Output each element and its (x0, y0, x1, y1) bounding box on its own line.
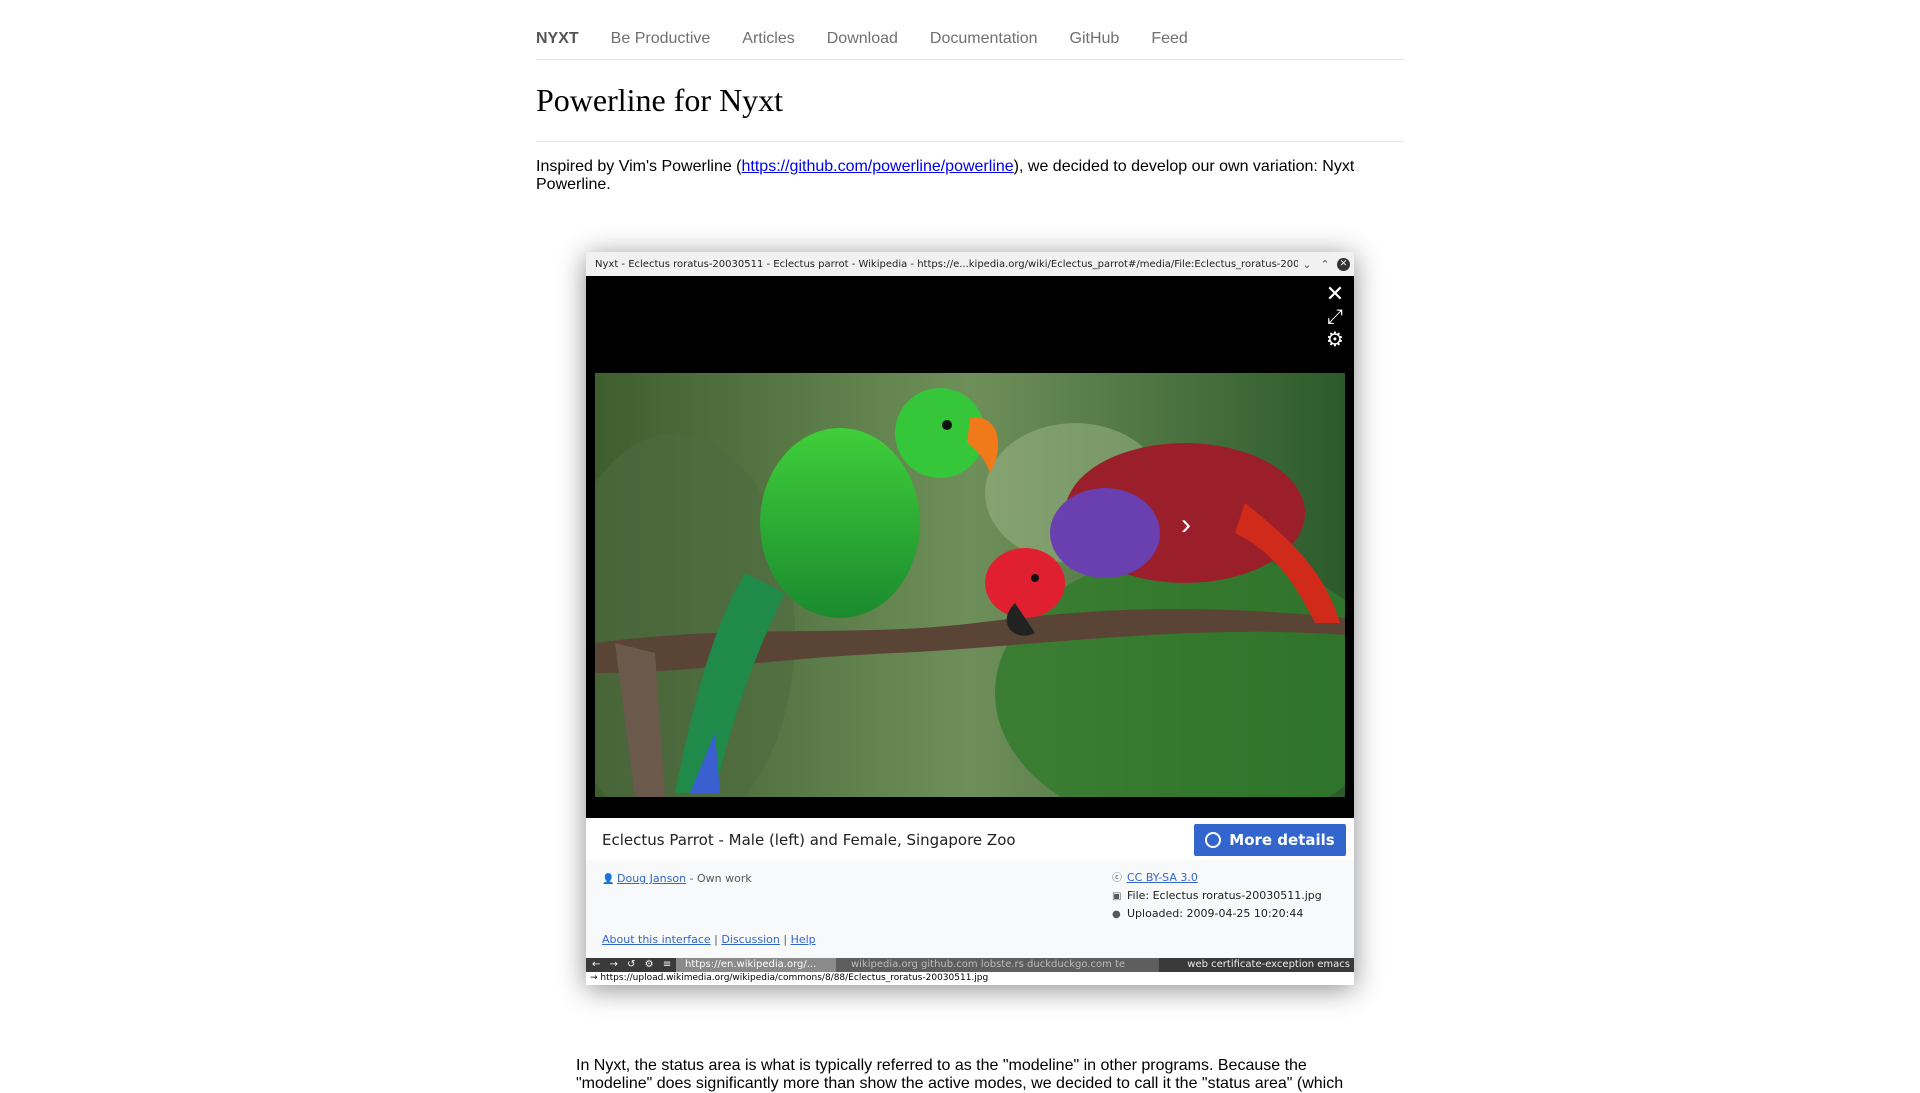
chevron-right-icon[interactable]: › (1174, 510, 1198, 540)
viewer-links: About this interface | Discussion | Help (602, 933, 816, 946)
discussion-link[interactable]: Discussion (721, 933, 780, 946)
message-area: → https://upload.wikimedia.org/wikipedia… (586, 972, 1354, 985)
parrot-photo (595, 373, 1345, 797)
window-close-icon[interactable]: ✕ (1337, 257, 1350, 271)
gear-icon[interactable]: ⚙ (1323, 329, 1347, 351)
nav-link-github[interactable]: GitHub (1070, 30, 1120, 48)
file-name: File: Eclectus roratus-20030511.jpg (1127, 889, 1322, 902)
close-icon[interactable]: ✕ (1323, 283, 1347, 305)
window-titlebar: Nyxt - Eclectus roratus-20030511 - Eclec… (586, 252, 1354, 277)
maximize-icon[interactable]: ⌃ (1316, 258, 1334, 271)
minimize-icon[interactable]: ⌄ (1298, 258, 1316, 271)
nav-link-documentation[interactable]: Documentation (930, 30, 1038, 48)
author-line: 👤 Doug Janson - Own work (602, 872, 752, 885)
license-line: ⓒ CC BY-SA 3.0 (1112, 869, 1322, 887)
user-icon: 👤 (602, 874, 615, 885)
nyxt-screenshot: Nyxt - Eclectus roratus-20030511 - Eclec… (586, 252, 1354, 985)
status-url[interactable]: https://en.wikipedia.org/... (676, 958, 836, 972)
help-link[interactable]: Help (791, 933, 816, 946)
image-file-icon: ▣ (1112, 891, 1122, 902)
status-tabs[interactable]: wikipedia.org github.com lobste.rs duckd… (851, 958, 1141, 972)
brand-logo-link[interactable]: NYXT (536, 30, 579, 48)
title-divider (536, 141, 1404, 142)
about-interface-link[interactable]: About this interface (602, 933, 711, 946)
more-details-label: More details (1229, 831, 1335, 849)
link-separator: | (710, 933, 722, 946)
uploaded-line: ● Uploaded: 2009-04-25 10:20:44 (1112, 905, 1322, 923)
image-caption: Eclectus Parrot - Male (left) and Female… (602, 831, 1016, 849)
intro-paragraph: Inspired by Vim's Powerline (https://git… (536, 158, 1404, 194)
file-details: ⓒ CC BY-SA 3.0 ▣ File: Eclectus roratus-20… (1112, 869, 1322, 923)
link-separator: | (779, 933, 791, 946)
status-modes[interactable]: web certificate-exception emacs (1159, 958, 1354, 972)
image-metadata: 👤 Doug Janson - Own work ⓒ CC BY-SA 3.0 ▣ F… (586, 860, 1354, 960)
window-title: Nyxt - Eclectus roratus-20030511 - Eclec… (595, 258, 1298, 270)
more-details-button[interactable]: More details (1194, 824, 1346, 856)
media-viewer: ✕ ⤢ ⚙ › (586, 276, 1354, 818)
status-nav-buttons[interactable]: ← → ↺ ⚙ ≡ (586, 958, 676, 972)
top-navigation: NYXT Be Productive Articles Download Doc… (536, 30, 1404, 60)
author-link[interactable]: Doug Janson (617, 872, 686, 885)
nav-link-articles[interactable]: Articles (742, 30, 794, 48)
powerline-github-link[interactable]: https://github.com/powerline/powerline (742, 158, 1014, 175)
upload-date: Uploaded: 2009-04-25 10:20:44 (1127, 907, 1304, 920)
commons-icon (1205, 832, 1222, 848)
intro-text-before: Inspired by Vim's Powerline ( (536, 158, 742, 175)
caption-bar: Eclectus Parrot - Male (left) and Female… (586, 818, 1354, 861)
nav-link-be-productive[interactable]: Be Productive (611, 30, 711, 48)
author-suffix: - Own work (686, 872, 752, 885)
body-paragraph: In Nyxt, the status area is what is typi… (576, 1057, 1344, 1092)
clock-icon: ● (1112, 909, 1121, 920)
nyxt-status-area: ← → ↺ ⚙ ≡ https://en.wikipedia.org/... w… (586, 958, 1354, 972)
expand-icon[interactable]: ⤢ (1323, 306, 1347, 328)
cc-icon: ⓒ (1112, 873, 1122, 884)
file-line: ▣ File: Eclectus roratus-20030511.jpg (1112, 887, 1322, 905)
license-link[interactable]: CC BY-SA 3.0 (1127, 871, 1198, 884)
page-title: Powerline for Nyxt (536, 82, 784, 118)
nav-link-download[interactable]: Download (827, 30, 898, 48)
nav-link-feed[interactable]: Feed (1151, 30, 1187, 48)
